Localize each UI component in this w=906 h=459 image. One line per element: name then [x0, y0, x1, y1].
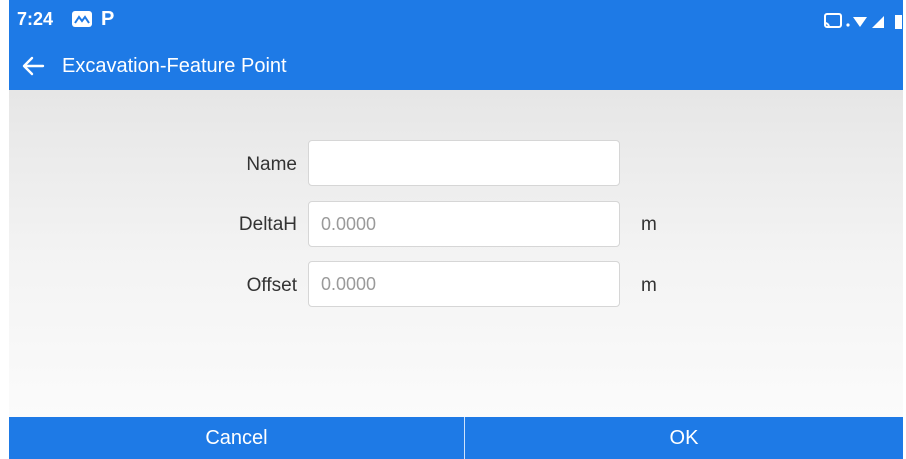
deltah-unit: m	[641, 214, 657, 235]
bottom-button-bar: Cancel OK	[9, 417, 903, 459]
signal-icon	[872, 16, 884, 28]
arrow-left-icon[interactable]	[21, 54, 47, 78]
cast-icon	[824, 13, 842, 28]
app-window: 7:24 P Excavation-Feature Point Name Del…	[9, 0, 903, 459]
offset-label: Offset	[246, 275, 297, 296]
name-field[interactable]	[308, 140, 620, 186]
ok-button[interactable]: OK	[465, 417, 903, 459]
status-time: 7:24	[17, 9, 54, 29]
offset-unit: m	[641, 275, 657, 296]
page-title: Excavation-Feature Point	[62, 55, 287, 77]
deltah-field[interactable]	[308, 201, 620, 247]
mail-icon	[72, 11, 92, 27]
wifi-icon	[853, 17, 867, 27]
status-bar: 7:24 P	[9, 0, 903, 42]
p-app-icon: P	[101, 8, 115, 30]
battery-icon	[895, 15, 902, 29]
offset-field[interactable]	[308, 261, 620, 307]
form-area: Name DeltaH m Offset m	[9, 90, 903, 417]
cancel-button[interactable]: Cancel	[9, 417, 464, 459]
name-label: Name	[246, 154, 297, 175]
system-status-icons	[824, 13, 902, 29]
deltah-label: DeltaH	[238, 214, 297, 235]
app-bar: Excavation-Feature Point	[9, 42, 903, 90]
